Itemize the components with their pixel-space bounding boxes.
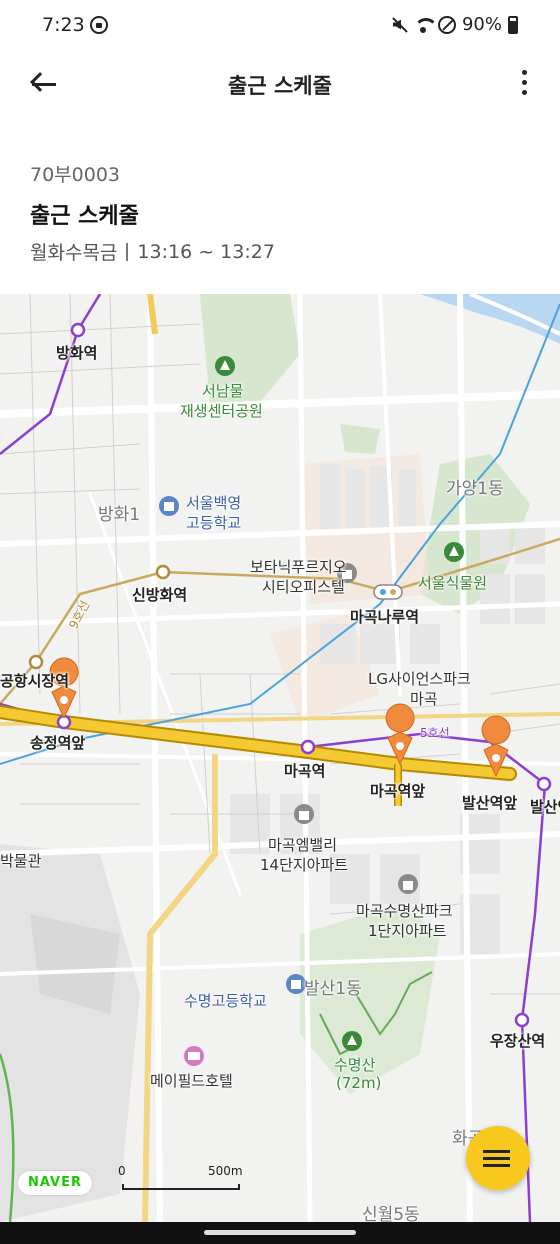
system-nav-bar	[0, 1222, 560, 1244]
schedule-info: 70부0003 출근 스케줄 월화수목금 13:16 ~ 13:27	[30, 160, 530, 265]
schedule-time-range: 13:16 ~ 13:27	[137, 240, 275, 263]
schedule-days: 월화수목금	[30, 242, 118, 264]
home-handle[interactable]	[204, 1230, 356, 1235]
naver-logo[interactable]: NAVER	[18, 1171, 92, 1195]
battery-percent: 90%	[461, 14, 502, 35]
map-label-banghwa-dong: 방화1	[98, 505, 141, 525]
block-icon	[437, 15, 456, 34]
map-label-gayang: 가양1동	[446, 479, 504, 499]
map-label-sinwol: 신월5동	[362, 1205, 420, 1222]
map-label-embelly: 마곡엠밸리	[268, 836, 338, 854]
map-label-lg: LG사이언스파크	[368, 670, 471, 688]
map-label-seoul-botanic: 서울식물원	[418, 574, 488, 592]
map-label-suyeong-school: 수명고등학교	[184, 992, 267, 1010]
map-label-airport-market: 공항시장역	[0, 672, 70, 690]
more-button[interactable]	[518, 70, 530, 100]
map-label-seoul-school: 서울백영	[186, 494, 242, 512]
map-label-balsan-station: 발산역	[530, 798, 560, 816]
map-label-suyeongsan-apt-2: 1단지아파트	[368, 922, 447, 940]
more-vertical-icon	[521, 70, 527, 75]
schedule-title: 출근 스케줄	[30, 204, 139, 229]
map-label-suyeongsan: 수명산	[334, 1056, 376, 1074]
dnd-icon	[90, 16, 108, 34]
app-bar: 출근 스케줄	[0, 52, 560, 116]
map-scale-bar: 0 500m	[118, 1164, 248, 1194]
map-label-line5: 5호선	[420, 726, 450, 740]
battery-icon	[508, 15, 518, 34]
map-label-embelly-2: 14단지아파트	[260, 856, 349, 874]
map-label-sinbanghwa: 신방화역	[132, 586, 188, 604]
mute-icon	[390, 16, 408, 34]
map-label-suyeongsan-height: (72m)	[336, 1074, 382, 1092]
divider	[126, 242, 129, 261]
map-label-seoul-school-2: 고등학교	[186, 514, 242, 532]
status-bar: 7:23 90%	[0, 0, 560, 52]
map-label-botanic-2: 시티오피스텔	[262, 578, 345, 596]
map-label-mayfield: 메이필드호텔	[150, 1072, 233, 1090]
status-time: 7:23	[42, 14, 85, 36]
map-label-banghwa-station: 방화역	[56, 344, 98, 362]
map-label-songjeong: 송정역앞	[30, 734, 86, 752]
map-label-suyeongsan-apt: 마곡수명산파크	[356, 902, 453, 920]
map-label-seonammul: 서남물	[202, 382, 244, 400]
route-map[interactable]: 방화역 서남물 재생센터공원 가양1동 방화1 서울백영 고등학교 보타닉푸르지…	[0, 294, 560, 1222]
map-label-balsan-front: 발산역앞	[462, 794, 518, 812]
status-icons: 90%	[390, 14, 518, 35]
scale-zero: 0	[118, 1164, 126, 1178]
vehicle-plate: 70부0003	[30, 164, 121, 186]
scale-max: 500m	[208, 1164, 243, 1178]
map-label-magoknaru: 마곡나루역	[350, 608, 420, 626]
map-label-balsan1: 발산1동	[304, 979, 362, 999]
list-button[interactable]	[466, 1126, 530, 1190]
wifi-icon	[413, 16, 438, 34]
schedule-time: 월화수목금 13:16 ~ 13:27	[30, 238, 530, 265]
map-label-magok-station: 마곡역	[284, 762, 326, 780]
map-label-museum: 박물관	[0, 852, 42, 870]
map-label-botanic: 보타닉푸르지오	[250, 558, 347, 576]
map-label-ujangsan: 우장산역	[490, 1032, 546, 1050]
map-label-magok-front: 마곡역앞	[370, 782, 426, 800]
page-title: 출근 스케줄	[228, 74, 332, 98]
map-canvas	[0, 294, 560, 1222]
map-label-seonammul-park: 재생센터공원	[180, 402, 263, 420]
map-label-lg-2: 마곡	[410, 690, 438, 708]
